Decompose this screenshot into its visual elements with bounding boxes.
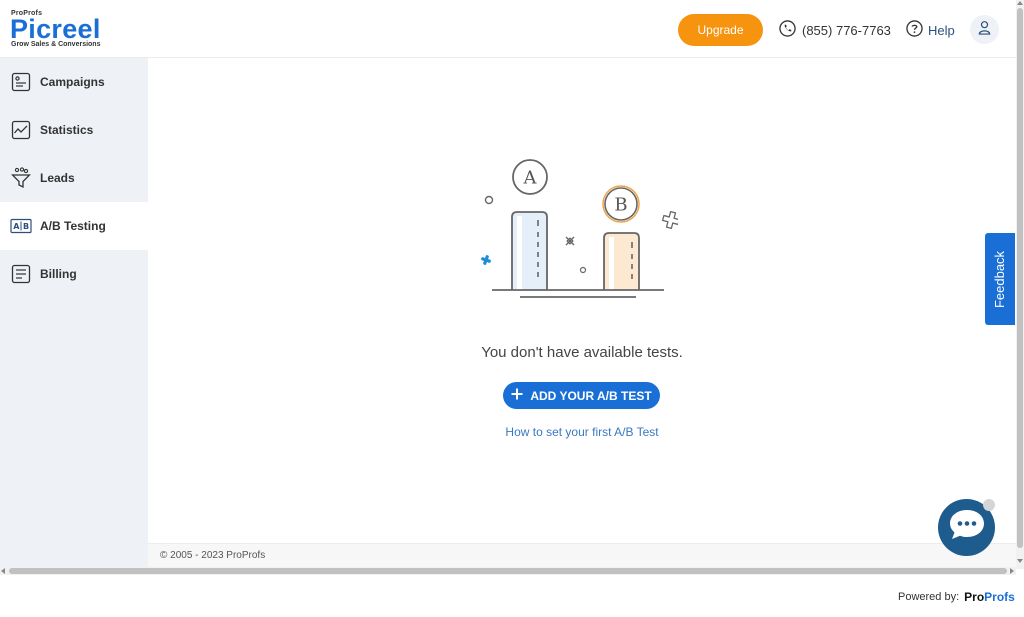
plus-icon xyxy=(511,388,523,403)
chat-icon xyxy=(948,508,986,547)
sidebar-item-label: Statistics xyxy=(40,123,94,137)
scroll-down-icon[interactable] xyxy=(1017,559,1023,563)
phone-number: (855) 776-7763 xyxy=(802,22,891,38)
campaigns-icon xyxy=(10,71,32,93)
picreel-logo[interactable]: ProProfs Picreel Grow Sales & Conversion… xyxy=(10,10,121,50)
sidebar-item-label: A/B Testing xyxy=(40,219,106,233)
funnel-icon xyxy=(10,167,32,189)
sidebar-item-statistics[interactable]: Statistics xyxy=(0,106,148,154)
proprofs-logo[interactable]: ProProfs xyxy=(964,590,1015,604)
sidebar-item-label: Billing xyxy=(40,267,77,281)
sidebar: Campaigns Statistics Leads A B A/B Testi… xyxy=(0,58,148,569)
horizontal-scroll-thumb[interactable] xyxy=(9,568,1007,574)
copyright-text: © 2005 - 2023 ProProfs xyxy=(160,550,266,561)
empty-state-message: You don't have available tests. xyxy=(481,344,683,361)
main-content: A B You don't have available tests. ADD … xyxy=(148,58,1016,543)
user-menu-button[interactable] xyxy=(970,15,999,44)
bubble-b-label: B xyxy=(614,195,627,216)
feedback-tab[interactable]: Feedback xyxy=(985,233,1015,325)
scroll-right-icon[interactable] xyxy=(1010,568,1014,574)
brand-pro: Pro xyxy=(964,590,985,604)
sidebar-item-label: Leads xyxy=(40,171,75,185)
sidebar-item-billing[interactable]: Billing xyxy=(0,250,148,298)
user-icon xyxy=(977,20,992,40)
ab-test-illustration: A B xyxy=(478,154,681,304)
billing-icon xyxy=(10,263,32,285)
help-label: Help xyxy=(928,22,955,38)
ab-testing-icon: A B xyxy=(10,215,32,237)
logo-tagline: Grow Sales & Conversions xyxy=(11,41,101,48)
sidebar-item-leads[interactable]: Leads xyxy=(0,154,148,202)
feedback-label: Feedback xyxy=(992,250,1008,308)
vertical-scroll-thumb[interactable] xyxy=(1017,8,1023,548)
header: ProProfs Picreel Grow Sales & Conversion… xyxy=(0,0,1016,58)
sidebar-item-ab-testing[interactable]: A B A/B Testing xyxy=(0,202,148,250)
help-link[interactable]: Help xyxy=(906,20,955,40)
sidebar-item-campaigns[interactable]: Campaigns xyxy=(0,58,148,106)
brand-profs: Profs xyxy=(984,590,1015,604)
vertical-scrollbar[interactable] xyxy=(1016,0,1024,569)
bubble-a-label: A xyxy=(523,168,538,189)
upgrade-button[interactable]: Upgrade xyxy=(678,14,763,46)
howto-ab-test-link[interactable]: How to set your first A/B Test xyxy=(148,425,1016,439)
powered-by: Powered by: ProProfs xyxy=(898,590,1015,604)
add-button-label: ADD YOUR A/B TEST xyxy=(530,388,652,403)
horizontal-scrollbar[interactable] xyxy=(0,567,1016,575)
chat-close-icon[interactable] xyxy=(983,499,995,511)
question-icon xyxy=(906,20,923,40)
scroll-up-icon[interactable] xyxy=(1017,1,1023,5)
phone-link[interactable]: (855) 776-7763 xyxy=(779,20,891,40)
logo-name: Picreel xyxy=(10,14,101,44)
sidebar-item-label: Campaigns xyxy=(40,75,105,89)
phone-icon xyxy=(779,20,796,40)
statistics-icon xyxy=(10,119,32,141)
add-ab-test-button[interactable]: ADD YOUR A/B TEST xyxy=(503,382,660,409)
svg-text:B: B xyxy=(23,222,29,231)
svg-text:A: A xyxy=(13,222,20,231)
scroll-left-icon[interactable] xyxy=(1,568,5,574)
footer: © 2005 - 2023 ProProfs xyxy=(148,543,1016,568)
powered-by-label: Powered by: xyxy=(898,591,960,603)
